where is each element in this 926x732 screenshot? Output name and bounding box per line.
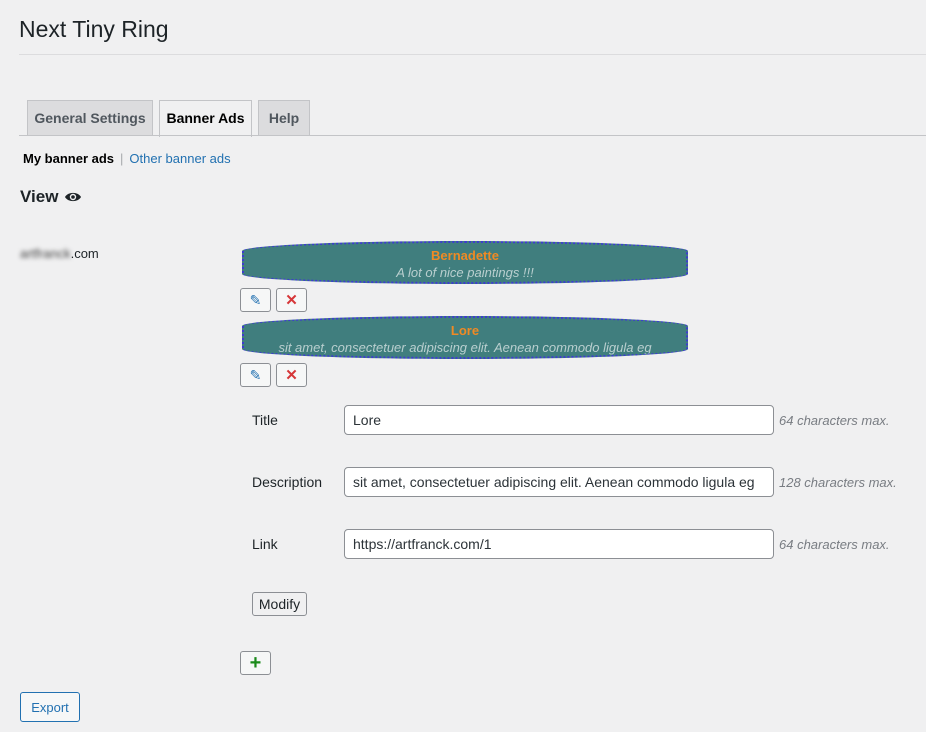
title-input[interactable]	[344, 405, 774, 435]
pencil-icon: ✎	[249, 367, 262, 383]
banner-description: A lot of nice paintings !!!	[396, 265, 534, 280]
sub-navigation: My banner ads | Other banner ads	[23, 151, 231, 166]
banner-preview: Lore sit amet, consectetuer adipiscing e…	[242, 316, 688, 359]
export-button[interactable]: Export	[20, 692, 80, 722]
link-input[interactable]	[344, 529, 774, 559]
title-divider	[19, 54, 926, 55]
banner-title: Lore	[450, 323, 480, 338]
title-hint: 64 characters max.	[779, 413, 890, 428]
tabs-divider	[19, 135, 926, 136]
site-domain-suffix: .com	[70, 246, 99, 261]
edit-banner-button[interactable]: ✎	[240, 363, 271, 387]
description-hint: 128 characters max.	[779, 475, 897, 490]
description-input[interactable]	[344, 467, 774, 497]
x-icon: ✕	[285, 366, 298, 384]
tab-general-settings[interactable]: General Settings	[27, 100, 153, 135]
banner-description: sit amet, consectetuer adipiscing elit. …	[278, 340, 652, 355]
tab-banner-ads[interactable]: Banner Ads	[159, 100, 252, 137]
eye-icon	[65, 192, 82, 202]
delete-banner-button[interactable]: ✕	[276, 363, 307, 387]
delete-banner-button[interactable]: ✕	[276, 288, 307, 312]
plus-icon: +	[249, 652, 262, 674]
site-domain-blurred: artfranck	[20, 246, 71, 261]
subnav-my-banner-ads[interactable]: My banner ads	[23, 151, 114, 166]
tab-help[interactable]: Help	[258, 100, 310, 135]
title-label: Title	[252, 412, 278, 428]
page-title: Next Tiny Ring	[19, 16, 169, 42]
view-label: View	[20, 187, 59, 206]
site-domain: artfranck.com	[20, 246, 99, 261]
subnav-separator: |	[120, 151, 124, 166]
pencil-icon: ✎	[249, 292, 262, 308]
link-label: Link	[252, 536, 278, 552]
add-banner-button[interactable]: +	[240, 651, 271, 675]
x-icon: ✕	[285, 291, 298, 309]
subnav-other-banner-ads[interactable]: Other banner ads	[129, 151, 230, 166]
view-heading: View	[20, 187, 82, 207]
description-label: Description	[252, 474, 323, 490]
banner-title: Bernadette	[431, 248, 499, 263]
edit-banner-button[interactable]: ✎	[240, 288, 271, 312]
link-hint: 64 characters max.	[779, 537, 890, 552]
modify-button[interactable]: Modify	[252, 592, 307, 616]
banner-preview: Bernadette A lot of nice paintings !!!	[242, 241, 688, 284]
